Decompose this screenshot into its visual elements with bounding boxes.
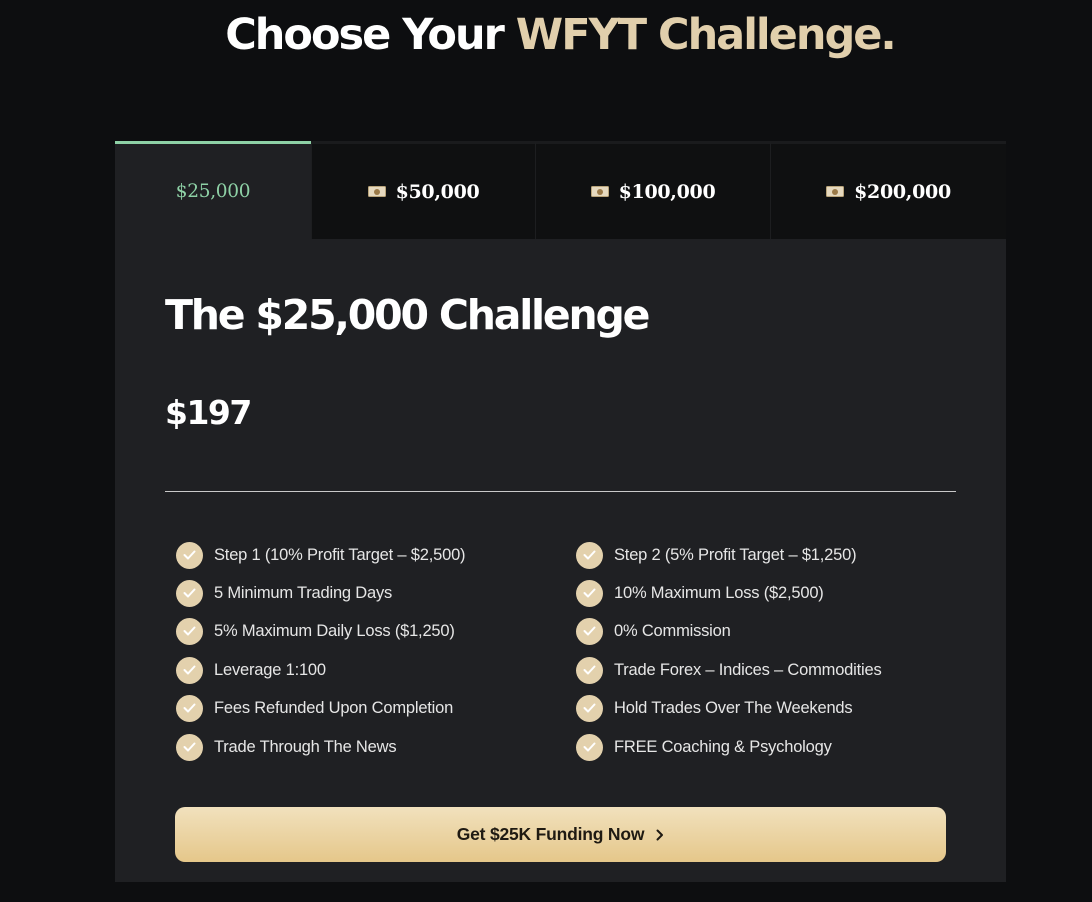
check-icon	[176, 733, 203, 761]
feature-item: FREE Coaching & Psychology	[576, 733, 832, 761]
plan-tabs: $25,000 $50,000 $100,000 $200,000	[115, 141, 1006, 239]
divider	[165, 491, 956, 492]
feature-text: 5 Minimum Trading Days	[214, 583, 393, 602]
chevron-right-icon	[656, 829, 664, 840]
feature-item: 5 Minimum Trading Days	[176, 579, 392, 607]
feature-text: 5% Maximum Daily Loss ($1,250)	[214, 621, 455, 640]
feature-item: Hold Trades Over The Weekends	[576, 694, 853, 722]
tab-50000[interactable]: $50,000	[311, 141, 535, 239]
check-icon	[576, 617, 603, 645]
get-funding-button-label: Get $25K Funding Now	[456, 824, 645, 844]
feature-text: Step 2 (5% Profit Target – $1,250)	[614, 545, 857, 564]
feature-item: Fees Refunded Upon Completion	[176, 694, 453, 722]
get-funding-button[interactable]: Get $25K Funding Now	[175, 807, 946, 862]
check-icon	[576, 733, 603, 761]
feature-text: Trade Through The News	[214, 737, 397, 756]
feature-item: Trade Forex – Indices – Commodities	[576, 656, 882, 684]
money-icon	[367, 186, 386, 197]
feature-text: Hold Trades Over The Weekends	[614, 698, 853, 717]
check-icon	[576, 579, 603, 607]
page: Choose Your WFYT Challenge. $25,000 $50,…	[0, 0, 1092, 902]
feature-text: Trade Forex – Indices – Commodities	[614, 660, 882, 679]
check-icon	[176, 656, 203, 684]
feature-item: Leverage 1:100	[176, 656, 326, 684]
tab-label: $100,000	[618, 180, 716, 203]
feature-item: 5% Maximum Daily Loss ($1,250)	[176, 617, 455, 645]
feature-item: 0% Commission	[576, 617, 731, 645]
challenge-card: $25,000 $50,000 $100,000 $200,000 The $2…	[115, 141, 1006, 882]
check-icon	[176, 579, 203, 607]
tab-label: $25,000	[175, 181, 251, 202]
feature-item: Step 2 (5% Profit Target – $1,250)	[576, 541, 857, 569]
tab-100000[interactable]: $100,000	[535, 141, 770, 239]
money-icon	[590, 186, 609, 197]
feature-text: Fees Refunded Upon Completion	[214, 698, 454, 717]
check-icon	[176, 617, 203, 645]
feature-item: 10% Maximum Loss ($2,500)	[576, 579, 824, 607]
check-icon	[576, 694, 603, 722]
tab-label: $200,000	[854, 180, 951, 203]
feature-text: 0% Commission	[614, 621, 731, 640]
hero-title-accent: WFYT Challenge.	[515, 10, 897, 60]
check-icon	[576, 656, 603, 684]
check-icon	[176, 541, 203, 569]
feature-text: Leverage 1:100	[214, 660, 326, 679]
check-icon	[176, 694, 203, 722]
feature-item: Trade Through The News	[176, 733, 397, 761]
hero-title-lead: Choose Your	[225, 10, 516, 60]
tab-25000[interactable]: $25,000	[115, 141, 311, 239]
feature-item: Step 1 (10% Profit Target – $2,500)	[176, 541, 466, 569]
feature-text: FREE Coaching & Psychology	[614, 737, 832, 756]
plan-price: $197	[165, 393, 252, 432]
money-icon	[826, 186, 845, 197]
tab-200000[interactable]: $200,000	[770, 141, 1006, 239]
tab-label: $50,000	[395, 180, 480, 203]
check-icon	[576, 541, 603, 569]
feature-text: Step 1 (10% Profit Target – $2,500)	[214, 545, 466, 564]
plan-title: The $25,000 Challenge	[165, 291, 650, 339]
feature-text: 10% Maximum Loss ($2,500)	[614, 583, 824, 602]
hero-title: Choose Your WFYT Challenge.	[0, 9, 1092, 61]
